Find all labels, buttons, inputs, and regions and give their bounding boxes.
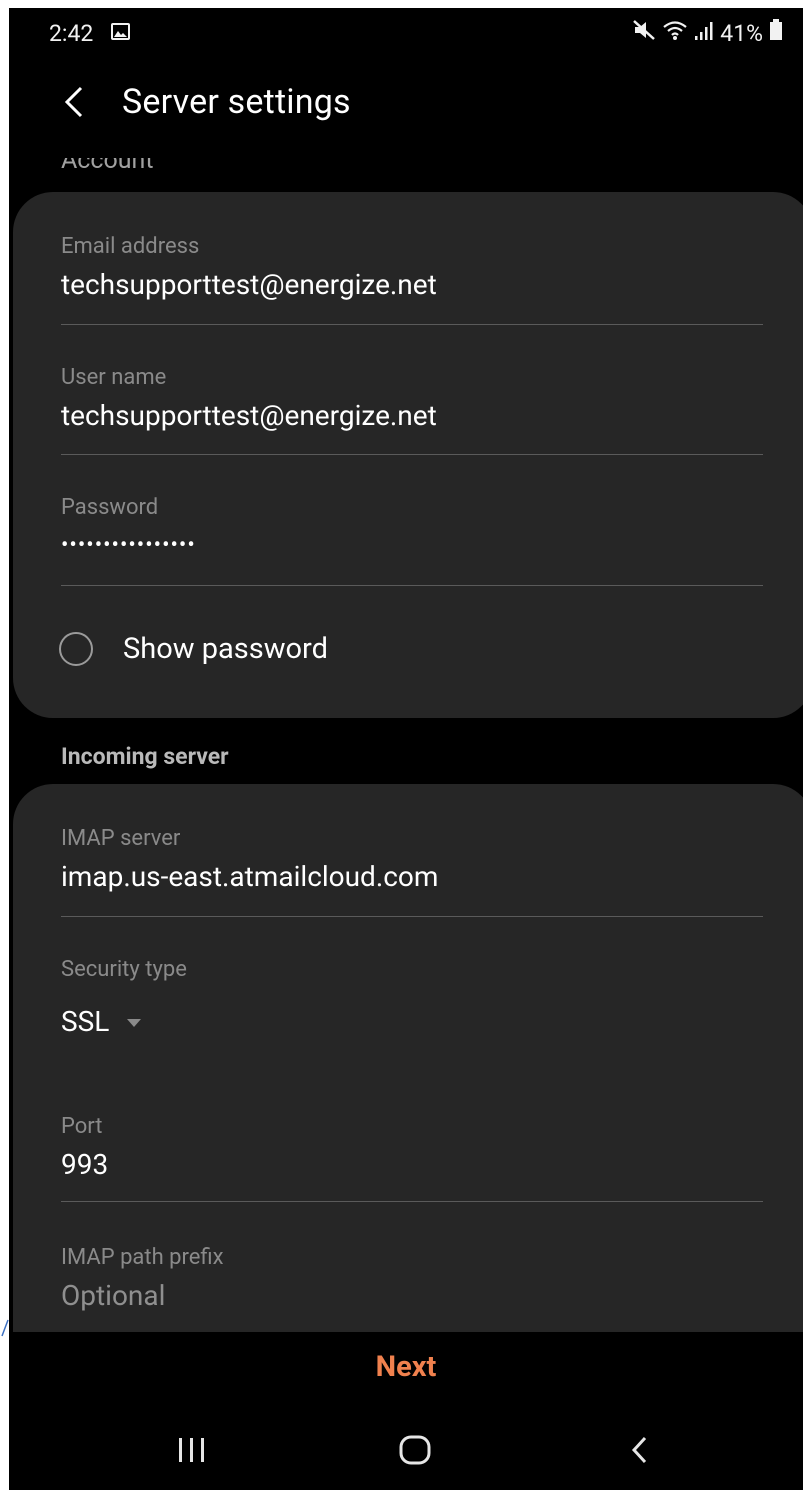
edge-mark bbox=[0, 1318, 9, 1338]
password-field[interactable]: Password •••••••••••••••• bbox=[61, 495, 763, 586]
imap-path-prefix-label: IMAP path prefix bbox=[61, 1245, 224, 1270]
status-time: 2:42 bbox=[49, 20, 94, 47]
password-label: Password bbox=[61, 495, 159, 520]
home-icon[interactable] bbox=[390, 1430, 440, 1470]
security-type-label: Security type bbox=[61, 957, 187, 982]
incoming-section-header: Incoming server bbox=[61, 743, 229, 770]
imap-path-prefix-field[interactable]: IMAP path prefix Optional bbox=[61, 1245, 763, 1313]
imap-path-prefix-input[interactable]: Optional bbox=[61, 1279, 763, 1313]
field-divider bbox=[61, 454, 763, 455]
security-type-value: SSL bbox=[61, 1005, 110, 1038]
imap-server-value[interactable]: imap.us-east.atmailcloud.com bbox=[61, 860, 763, 894]
username-field[interactable]: User name techsupporttest@energize.net bbox=[61, 365, 763, 455]
show-password-radio[interactable] bbox=[59, 632, 93, 666]
password-value[interactable]: •••••••••••••••• bbox=[61, 529, 763, 563]
page-title: Server settings bbox=[122, 82, 351, 122]
image-icon bbox=[111, 23, 130, 40]
port-field[interactable]: Port 993 bbox=[61, 1114, 763, 1202]
back-button[interactable] bbox=[57, 82, 93, 122]
field-divider bbox=[61, 585, 763, 586]
port-label: Port bbox=[61, 1114, 103, 1139]
bottom-action-bar: Next bbox=[9, 1332, 803, 1412]
field-divider bbox=[61, 916, 763, 917]
security-type-select[interactable]: SSL bbox=[61, 1005, 763, 1038]
account-card: Email address techsupporttest@energize.n… bbox=[13, 192, 803, 718]
field-divider bbox=[61, 324, 763, 325]
back-icon[interactable] bbox=[615, 1430, 665, 1470]
field-divider bbox=[61, 1201, 763, 1202]
battery-icon bbox=[769, 19, 783, 47]
imap-server-field[interactable]: IMAP server imap.us-east.atmailcloud.com bbox=[61, 826, 763, 917]
incoming-card: IMAP server imap.us-east.atmailcloud.com… bbox=[13, 784, 803, 1424]
email-value[interactable]: techsupporttest@energize.net bbox=[61, 268, 763, 302]
battery-level: 41% bbox=[720, 19, 763, 47]
security-type-field[interactable]: Security type SSL bbox=[61, 957, 763, 1038]
mute-icon bbox=[632, 19, 656, 47]
email-field[interactable]: Email address techsupporttest@energize.n… bbox=[61, 234, 763, 325]
signal-icon bbox=[694, 20, 714, 47]
wifi-icon bbox=[662, 19, 688, 47]
dropdown-arrow-icon bbox=[127, 1018, 142, 1027]
status-icons: 41% bbox=[632, 19, 783, 47]
imap-server-label: IMAP server bbox=[61, 826, 181, 851]
port-value[interactable]: 993 bbox=[61, 1148, 763, 1182]
status-bar: 2:42 41% bbox=[9, 8, 803, 58]
username-value[interactable]: techsupporttest@energize.net bbox=[61, 399, 763, 433]
phone-screen: 2:42 41% Server settings Account Email a… bbox=[9, 8, 803, 1490]
show-password-checkbox[interactable]: Show password bbox=[59, 632, 328, 666]
username-label: User name bbox=[61, 365, 167, 390]
next-button[interactable]: Next bbox=[9, 1350, 803, 1384]
app-bar: Server settings bbox=[9, 68, 803, 138]
show-password-label: Show password bbox=[123, 632, 328, 666]
account-section-header: Account bbox=[61, 158, 154, 174]
email-label: Email address bbox=[61, 234, 200, 259]
navigation-bar bbox=[9, 1412, 803, 1490]
recents-icon[interactable] bbox=[167, 1430, 217, 1470]
chevron-left-icon bbox=[64, 86, 83, 118]
